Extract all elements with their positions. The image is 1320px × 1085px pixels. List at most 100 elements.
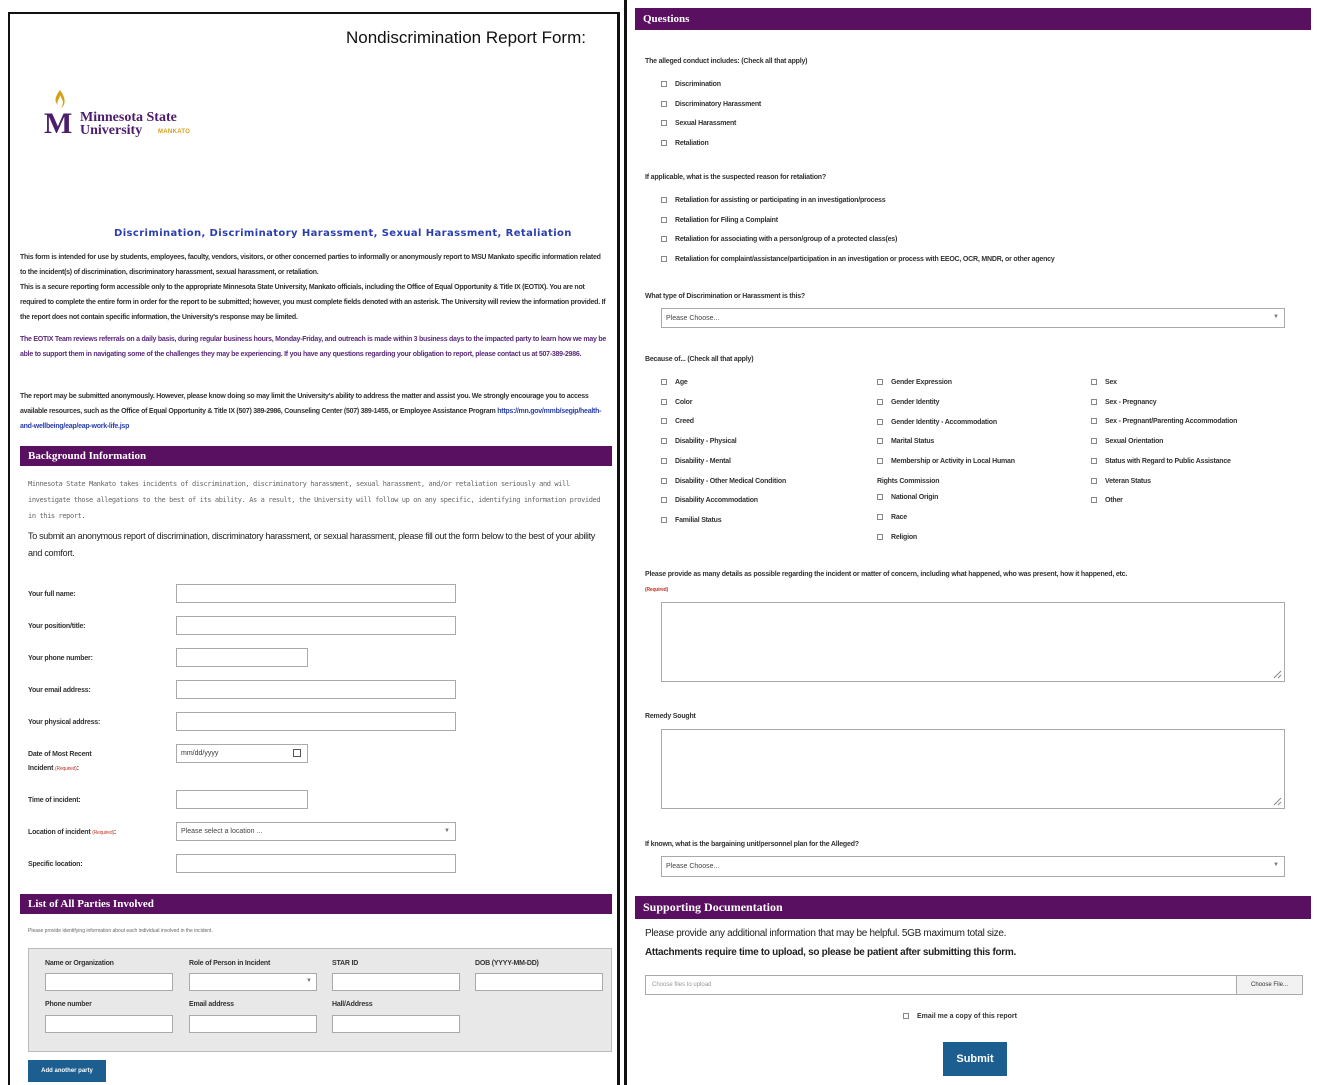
retaliation-option[interactable]: Retaliation for assisting or participati…	[661, 195, 886, 207]
because-col2-option[interactable]: Gender Identity	[877, 397, 940, 409]
because-col2-checkbox[interactable]	[877, 514, 883, 520]
retaliation-checkbox[interactable]	[661, 216, 667, 223]
email-copy-option[interactable]: Email me a copy of this report	[903, 1013, 1017, 1020]
questions-section-header: Questions	[635, 8, 1311, 30]
because-col2-checkbox[interactable]	[877, 494, 883, 500]
party-hall-input[interactable]	[332, 1015, 460, 1033]
file-upload-input[interactable]: Choose files to upload Choose File...	[645, 975, 1303, 995]
choose-file-button[interactable]: Choose File...	[1236, 976, 1302, 994]
because-col2-option[interactable]: National Origin	[877, 492, 938, 504]
because-col3-option[interactable]: Sexual Orientation	[1091, 436, 1163, 448]
because-col3-option[interactable]: Status with Regard to Public Assistance	[1091, 456, 1231, 468]
email-input[interactable]	[176, 680, 456, 699]
because-col1-option[interactable]: Disability - Mental	[661, 456, 731, 468]
full-name-input[interactable]	[176, 584, 456, 603]
because-col1-checkbox[interactable]	[661, 438, 667, 445]
because-col2-label: Race	[891, 514, 907, 521]
because-col2-checkbox[interactable]	[877, 419, 883, 425]
because-col1-checkbox[interactable]	[661, 379, 667, 385]
type-select-placeholder: Please Choose...	[666, 314, 720, 322]
type-select[interactable]: Please Choose... ▼	[661, 308, 1285, 328]
because-col3-option[interactable]: Sex - Pregnant/Parenting Accommodation	[1091, 416, 1237, 428]
because-col2-option[interactable]: Gender Identity - Accommodation	[877, 417, 997, 429]
unit-select[interactable]: Please Choose... ▼	[661, 856, 1285, 877]
because-col1-checkbox[interactable]	[661, 497, 667, 504]
conduct-checkbox[interactable]	[661, 140, 667, 147]
because-col2-checkbox[interactable]	[877, 438, 883, 444]
because-col3-option[interactable]: Other	[1091, 495, 1123, 507]
specific-location-input[interactable]	[176, 854, 456, 873]
conduct-option[interactable]: Discrimination	[661, 79, 721, 91]
party-dob-input[interactable]	[475, 973, 603, 991]
retaliation-checkbox[interactable]	[661, 256, 667, 263]
party-role-select[interactable]: ▼	[189, 973, 317, 991]
because-col3-checkbox[interactable]	[1091, 497, 1097, 504]
because-col1-option[interactable]: Disability - Physical	[661, 436, 737, 448]
because-col1-checkbox[interactable]	[661, 418, 667, 425]
retaliation-checkbox[interactable]	[661, 197, 667, 203]
remedy-textarea[interactable]	[661, 729, 1285, 809]
location-placeholder: Please select a location ...	[181, 828, 263, 835]
because-col2-option[interactable]: Marital Status	[877, 436, 934, 448]
conduct-checkbox[interactable]	[661, 120, 667, 127]
because-col2-option[interactable]: Religion	[877, 532, 917, 544]
because-col2-option[interactable]: Gender Expression	[877, 377, 952, 389]
because-col3-checkbox[interactable]	[1091, 418, 1097, 425]
conduct-option[interactable]: Retaliation	[661, 138, 709, 150]
calendar-icon[interactable]	[293, 749, 301, 757]
resize-grip-icon[interactable]	[1272, 669, 1282, 679]
because-col2-option[interactable]: Rights Commission	[877, 476, 940, 488]
email-copy-checkbox[interactable]	[903, 1013, 909, 1019]
because-col1-option[interactable]: Familial Status	[661, 515, 722, 527]
because-col1-option[interactable]: Creed	[661, 416, 694, 428]
resize-grip-icon[interactable]	[1272, 796, 1282, 806]
submit-button[interactable]: Submit	[943, 1042, 1007, 1076]
add-party-button[interactable]: Add another party	[28, 1060, 106, 1082]
because-col1-checkbox[interactable]	[661, 477, 667, 484]
party-phone-input[interactable]	[45, 1015, 173, 1033]
retaliation-option[interactable]: Retaliation for associating with a perso…	[661, 234, 897, 246]
details-textarea[interactable]	[661, 602, 1285, 682]
intro-paragraph-3: The EOTIX Team reviews referrals on a da…	[20, 336, 606, 358]
because-col1-option[interactable]: Disability - Other Medical Condition	[661, 476, 786, 488]
retaliation-option[interactable]: Retaliation for Filing a Complaint	[661, 215, 778, 227]
because-col1-option[interactable]: Color	[661, 397, 692, 409]
conduct-checkbox[interactable]	[661, 81, 667, 87]
because-col1-option[interactable]: Disability Accommodation	[661, 495, 758, 507]
because-col3-checkbox[interactable]	[1091, 477, 1097, 484]
because-col2-checkbox[interactable]	[877, 534, 883, 540]
incident-time-input[interactable]	[176, 790, 308, 809]
unit-question-label: If known, what is the bargaining unit/pe…	[645, 841, 859, 848]
because-col3-option[interactable]: Sex	[1091, 377, 1117, 389]
because-col1-label: Disability - Other Medical Condition	[675, 477, 787, 485]
party-name-input[interactable]	[45, 973, 173, 991]
conduct-option[interactable]: Discriminatory Harassment	[661, 99, 761, 111]
because-col3-checkbox[interactable]	[1091, 398, 1097, 405]
party-email-input[interactable]	[189, 1015, 317, 1033]
because-col2-checkbox[interactable]	[877, 379, 883, 385]
phone-input[interactable]	[176, 648, 308, 667]
incident-location-select[interactable]: Please select a location ... ▼	[176, 822, 456, 841]
because-col1-checkbox[interactable]	[661, 457, 667, 464]
party-star-id-input[interactable]	[332, 973, 460, 991]
incident-date-input[interactable]: mm/dd/yyyy	[176, 744, 308, 763]
address-input[interactable]	[176, 712, 456, 731]
because-col3-checkbox[interactable]	[1091, 379, 1097, 385]
because-col2-option[interactable]: Membership or Activity in Local Human	[877, 456, 1015, 468]
because-col2-checkbox[interactable]	[877, 458, 883, 464]
retaliation-option[interactable]: Retaliation for complaint/assistance/par…	[661, 254, 1055, 266]
because-col1-checkbox[interactable]	[661, 516, 667, 523]
because-col3-checkbox[interactable]	[1091, 438, 1097, 445]
because-col1-option[interactable]: Age	[661, 377, 688, 389]
because-col1-label: Disability - Mental	[675, 457, 731, 465]
conduct-option[interactable]: Sexual Harassment	[661, 118, 736, 130]
because-col3-option[interactable]: Sex - Pregnancy	[1091, 397, 1157, 409]
because-col3-option[interactable]: Veteran Status	[1091, 476, 1151, 488]
retaliation-checkbox[interactable]	[661, 236, 667, 243]
position-input[interactable]	[176, 616, 456, 635]
because-col2-checkbox[interactable]	[877, 399, 883, 405]
because-col2-option[interactable]: Race	[877, 512, 907, 524]
because-col3-checkbox[interactable]	[1091, 457, 1097, 464]
conduct-checkbox[interactable]	[661, 100, 667, 107]
because-col1-checkbox[interactable]	[661, 398, 667, 405]
